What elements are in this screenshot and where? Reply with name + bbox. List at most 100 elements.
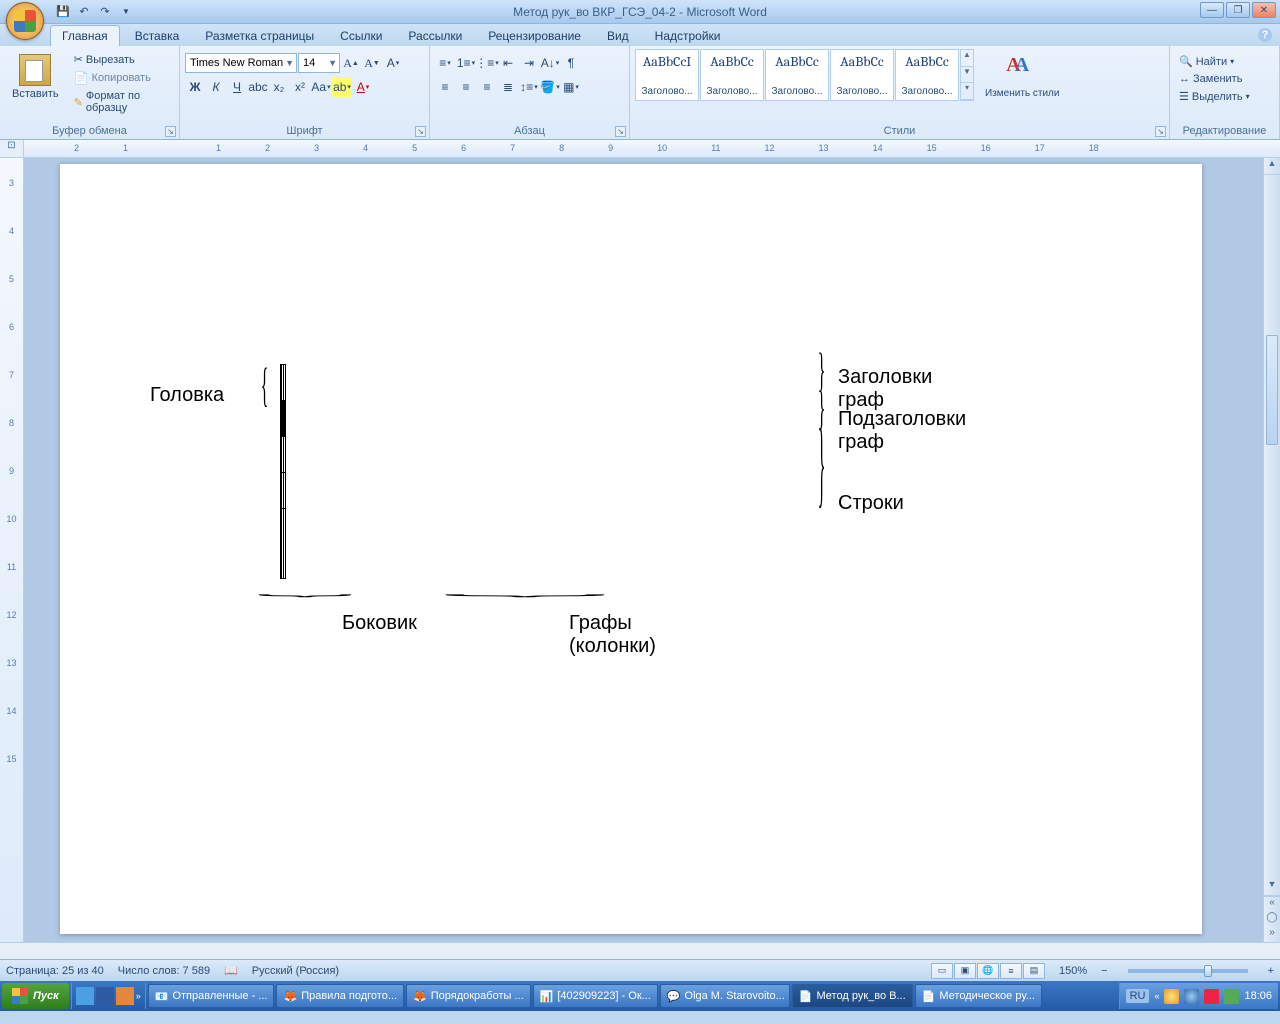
save-icon[interactable]: 💾 bbox=[55, 4, 71, 20]
qat-dropdown-icon[interactable]: ▼ bbox=[118, 4, 134, 20]
shading-button[interactable]: 🪣 bbox=[540, 77, 560, 97]
italic-button[interactable]: К bbox=[206, 77, 226, 97]
increase-indent-button[interactable]: ⇥ bbox=[519, 53, 539, 73]
document-area[interactable]: Головка { } Заголовки граф } Подзаголовк… bbox=[24, 158, 1263, 942]
minimize-button[interactable]: ― bbox=[1200, 2, 1224, 18]
copy-button[interactable]: Копировать bbox=[70, 69, 174, 87]
change-styles-button[interactable]: Изменить стили bbox=[978, 49, 1066, 104]
vertical-ruler[interactable]: 3456789101112131415 bbox=[0, 158, 24, 942]
tray-icon[interactable] bbox=[1164, 989, 1179, 1004]
style-item[interactable]: AaBbCcЗаголово... bbox=[765, 49, 829, 101]
taskbar-item[interactable]: 🦊Порядокработы ... bbox=[406, 984, 531, 1008]
paragraph-dialog-icon[interactable]: ↘ bbox=[615, 126, 626, 137]
start-button[interactable]: Пуск bbox=[2, 983, 69, 1009]
redo-icon[interactable]: ↷ bbox=[97, 4, 113, 20]
format-painter-button[interactable]: Формат по образцу bbox=[70, 88, 174, 116]
tray-icon[interactable] bbox=[1184, 989, 1199, 1004]
underline-button[interactable]: Ч bbox=[227, 77, 247, 97]
scrollbar-thumb[interactable] bbox=[1266, 335, 1278, 445]
tab-review[interactable]: Рецензирование bbox=[477, 26, 592, 46]
bullets-button[interactable]: ≡ bbox=[435, 53, 455, 73]
tray-icon[interactable] bbox=[1224, 989, 1239, 1004]
sort-button[interactable]: A↓ bbox=[540, 53, 560, 73]
outline-view-button[interactable]: ≡ bbox=[1000, 963, 1022, 979]
close-button[interactable]: ✕ bbox=[1252, 2, 1276, 18]
draft-view-button[interactable]: ▤ bbox=[1023, 963, 1045, 979]
justify-button[interactable]: ≣ bbox=[498, 77, 518, 97]
ql-icon[interactable] bbox=[96, 987, 114, 1005]
zoom-thumb[interactable] bbox=[1204, 965, 1212, 977]
taskbar-item[interactable]: 📄Методическое ру... bbox=[915, 984, 1042, 1008]
tab-page-layout[interactable]: Разметка страницы bbox=[194, 26, 325, 46]
align-left-button[interactable]: ≡ bbox=[435, 77, 455, 97]
browse-object-icon[interactable]: ◯ bbox=[1264, 912, 1280, 927]
tab-view[interactable]: Вид bbox=[596, 26, 640, 46]
gallery-scroll[interactable]: ▲▼▾ bbox=[960, 49, 974, 101]
numbering-button[interactable]: 1≡ bbox=[456, 53, 476, 73]
style-item[interactable]: AaBbCcЗаголово... bbox=[895, 49, 959, 101]
clipboard-dialog-icon[interactable]: ↘ bbox=[165, 126, 176, 137]
status-language[interactable]: Русский (Россия) bbox=[252, 965, 339, 977]
help-icon[interactable]: ? bbox=[1258, 28, 1272, 42]
cut-button[interactable]: Вырезать bbox=[70, 51, 174, 68]
status-page[interactable]: Страница: 25 из 40 bbox=[6, 965, 104, 977]
status-words[interactable]: Число слов: 7 589 bbox=[118, 965, 210, 977]
change-case-button[interactable]: Aa bbox=[311, 77, 331, 97]
horizontal-ruler[interactable]: 21123456789101112131415161718 bbox=[24, 140, 1280, 157]
status-zoom[interactable]: 150% bbox=[1059, 965, 1087, 977]
scroll-up-icon[interactable]: ▲ bbox=[1264, 158, 1280, 175]
prev-page-icon[interactable]: « bbox=[1264, 897, 1280, 912]
styles-dialog-icon[interactable]: ↘ bbox=[1155, 126, 1166, 137]
styles-gallery[interactable]: AaBbCcIЗаголово... AaBbCcЗаголово... AaB… bbox=[635, 49, 974, 101]
taskbar-item[interactable]: 📊[402909223] - Ок... bbox=[533, 984, 658, 1008]
zoom-slider[interactable] bbox=[1128, 969, 1248, 973]
restore-button[interactable]: ❐ bbox=[1226, 2, 1250, 18]
highlight-button[interactable]: ab bbox=[332, 77, 352, 97]
align-right-button[interactable]: ≡ bbox=[477, 77, 497, 97]
replace-button[interactable]: Заменить bbox=[1175, 71, 1254, 87]
clear-formatting-button[interactable]: A bbox=[383, 53, 403, 73]
bold-button[interactable]: Ж bbox=[185, 77, 205, 97]
clock[interactable]: 18:06 bbox=[1244, 990, 1272, 1002]
superscript-button[interactable]: x² bbox=[290, 77, 310, 97]
strikethrough-button[interactable]: abc bbox=[248, 77, 268, 97]
style-item[interactable]: AaBbCcЗаголово... bbox=[830, 49, 894, 101]
font-dialog-icon[interactable]: ↘ bbox=[415, 126, 426, 137]
taskbar-item[interactable]: 💬Olga M. Starovoito... bbox=[660, 984, 790, 1008]
tab-insert[interactable]: Вставка bbox=[124, 26, 191, 46]
zoom-out-button[interactable]: − bbox=[1101, 965, 1107, 977]
subscript-button[interactable]: x₂ bbox=[269, 77, 289, 97]
ruler-corner[interactable]: ⊡ bbox=[0, 140, 24, 157]
paste-button[interactable]: Вставить bbox=[5, 49, 66, 105]
tab-addins[interactable]: Надстройки bbox=[644, 26, 732, 46]
select-button[interactable]: Выделить▾ bbox=[1175, 88, 1254, 105]
undo-icon[interactable]: ↶ bbox=[76, 4, 92, 20]
font-name-combo[interactable]: Times New Roman▼ bbox=[185, 53, 297, 73]
style-item[interactable]: AaBbCcЗаголово... bbox=[700, 49, 764, 101]
next-page-icon[interactable]: » bbox=[1264, 927, 1280, 942]
font-size-combo[interactable]: 14▼ bbox=[298, 53, 340, 73]
line-spacing-button[interactable]: ↕≡ bbox=[519, 77, 539, 97]
zoom-in-button[interactable]: + bbox=[1268, 965, 1274, 977]
taskbar-item-active[interactable]: 📄Метод рук_во В... bbox=[792, 984, 913, 1008]
office-button[interactable] bbox=[6, 2, 44, 40]
grow-font-button[interactable]: A▲ bbox=[341, 53, 361, 73]
ql-icon[interactable] bbox=[116, 987, 134, 1005]
vertical-scrollbar[interactable]: ▲ ▼ « ◯ » bbox=[1263, 158, 1280, 942]
show-marks-button[interactable]: ¶ bbox=[561, 53, 581, 73]
taskbar-item[interactable]: 📧Отправленные - ... bbox=[148, 984, 275, 1008]
language-indicator[interactable]: RU bbox=[1126, 989, 1150, 1003]
tab-mailings[interactable]: Рассылки bbox=[397, 26, 473, 46]
spellcheck-icon[interactable]: 📖 bbox=[224, 964, 238, 977]
tab-references[interactable]: Ссылки bbox=[329, 26, 393, 46]
show-desktop-icon[interactable] bbox=[76, 987, 94, 1005]
print-layout-view-button[interactable]: ▭ bbox=[931, 963, 953, 979]
style-item[interactable]: AaBbCcIЗаголово... bbox=[635, 49, 699, 101]
taskbar-item[interactable]: 🦊Правила подгото... bbox=[276, 984, 404, 1008]
align-center-button[interactable]: ≡ bbox=[456, 77, 476, 97]
find-button[interactable]: Найти▾ bbox=[1175, 53, 1254, 70]
font-color-button[interactable]: A bbox=[353, 77, 373, 97]
scroll-down-icon[interactable]: ▼ bbox=[1264, 879, 1280, 896]
decrease-indent-button[interactable]: ⇤ bbox=[498, 53, 518, 73]
multilevel-button[interactable]: ⋮≡ bbox=[477, 53, 497, 73]
